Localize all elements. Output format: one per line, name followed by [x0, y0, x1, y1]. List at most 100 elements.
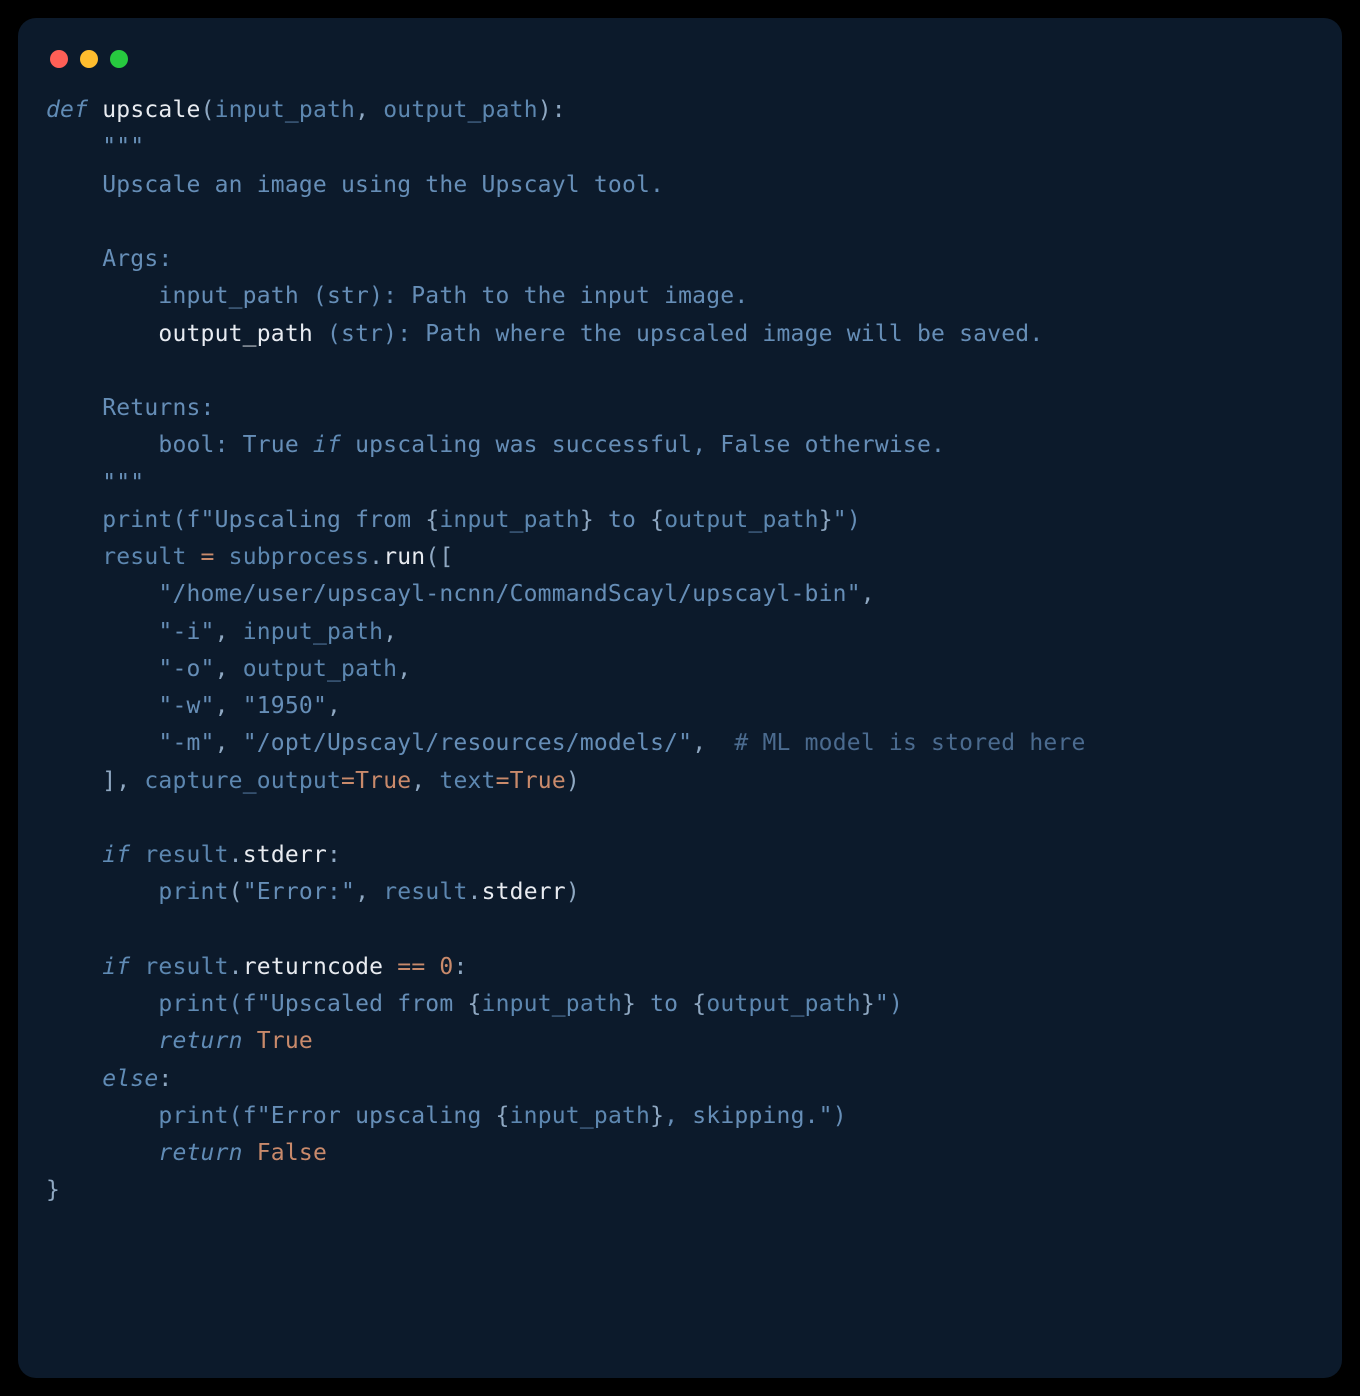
fstring-2a: (f"Upscaled from — [229, 991, 468, 1017]
docstring-ret-if: if — [313, 432, 341, 458]
comma8: , — [215, 730, 243, 756]
zoom-icon[interactable] — [110, 50, 128, 68]
closing-brace: } — [46, 1177, 60, 1203]
fstring-1b: to — [594, 507, 650, 533]
param-input-path: input_path — [215, 97, 355, 123]
call-print-4: print — [158, 1103, 228, 1129]
fexpr-open4: { — [692, 991, 706, 1017]
docstring-close: """ — [102, 470, 144, 496]
docstring-args: Args: — [102, 246, 172, 272]
fexpr-input-2: input_path — [482, 991, 622, 1017]
kw-def: def — [46, 97, 88, 123]
colon3: : — [158, 1066, 172, 1092]
bool-true-3: True — [257, 1028, 313, 1054]
str-o: "-o" — [158, 656, 214, 682]
str-m: "-m" — [158, 730, 214, 756]
bool-false: False — [257, 1140, 327, 1166]
fexpr-input: input_path — [439, 507, 579, 533]
var-result-2: result — [144, 842, 228, 868]
comma10: , — [411, 768, 439, 794]
dot3: . — [468, 879, 482, 905]
docstring-returns: Returns: — [102, 395, 214, 421]
run-close: ], — [102, 768, 144, 794]
op-assign: = — [187, 544, 229, 570]
fstring-3a: (f"Error upscaling — [229, 1103, 496, 1129]
kw-else: else — [102, 1066, 158, 1092]
minimize-icon[interactable] — [80, 50, 98, 68]
comma9: , — [692, 730, 706, 756]
comma: , — [355, 97, 383, 123]
fexpr-open3: { — [467, 991, 481, 1017]
attr-stderr: stderr — [243, 842, 327, 868]
var-result-3: result — [383, 879, 467, 905]
str-i: "-i" — [158, 619, 214, 645]
fexpr-open5: { — [496, 1103, 510, 1129]
close-paren: ) — [566, 768, 580, 794]
paren-close: ): — [538, 97, 566, 123]
fstring-1a: (f"Upscaling from — [172, 507, 425, 533]
comma7: , — [327, 693, 341, 719]
fstring-1c: ") — [833, 507, 861, 533]
docstring-open: """ — [102, 134, 144, 160]
comma2: , — [215, 619, 243, 645]
fexpr-close: } — [580, 507, 594, 533]
op-eq2: = — [496, 768, 510, 794]
kw-capture-output: capture_output — [144, 768, 341, 794]
code-window: def upscale(input_path, output_path): ""… — [18, 18, 1342, 1378]
bool-true-1: True — [355, 768, 411, 794]
outer-frame: def upscale(input_path, output_path): ""… — [0, 0, 1360, 1396]
window-controls — [46, 42, 1314, 92]
comma11: , — [355, 879, 383, 905]
dot2: . — [229, 842, 243, 868]
fexpr-close3: } — [622, 991, 636, 1017]
dot4: . — [229, 954, 243, 980]
call-print-2: print — [158, 879, 228, 905]
param-output-path: output_path — [383, 97, 538, 123]
attr-stderr-2: stderr — [482, 879, 566, 905]
kw-text: text — [439, 768, 495, 794]
var-result-4: result — [144, 954, 228, 980]
dot: . — [369, 544, 383, 570]
comma5: , — [397, 656, 411, 682]
docstring-arg1: input_path (str): Path to the input imag… — [158, 283, 748, 309]
str-error: "Error:" — [243, 879, 355, 905]
arg-input-path: input_path — [243, 619, 383, 645]
paren-open: ( — [201, 97, 215, 123]
str-wv: "1950" — [243, 693, 327, 719]
comment-ml: # ML model is stored here — [734, 730, 1085, 756]
kw-return-2: return — [158, 1140, 242, 1166]
fexpr-output: output_path — [664, 507, 819, 533]
arg-output-path: output_path — [243, 656, 398, 682]
fexpr-close4: } — [861, 991, 875, 1017]
paren-open2: ( — [229, 879, 243, 905]
fexpr-open2: { — [650, 507, 664, 533]
close-icon[interactable] — [50, 50, 68, 68]
str-bin: "/home/user/upscayl-ncnn/CommandScayl/up… — [158, 581, 860, 607]
kw-return-1: return — [158, 1028, 242, 1054]
colon1: : — [327, 842, 341, 868]
str-mp: "/opt/Upscayl/resources/models/" — [243, 730, 693, 756]
close-paren2: ) — [566, 879, 580, 905]
call-print-3: print — [158, 991, 228, 1017]
fstring-2b: to — [636, 991, 692, 1017]
op-eqeq: == — [383, 954, 439, 980]
fexpr-input-3: input_path — [510, 1103, 650, 1129]
docstring-ret-b: upscaling was successful, False otherwis… — [341, 432, 945, 458]
method-run: run — [383, 544, 425, 570]
mod-subprocess: subprocess — [229, 544, 369, 570]
fn-name: upscale — [102, 97, 200, 123]
fexpr-close2: } — [819, 507, 833, 533]
docstring-ret-a: bool: True — [158, 432, 313, 458]
fexpr-open: { — [425, 507, 439, 533]
run-open: ([ — [425, 544, 453, 570]
comma4: , — [215, 656, 243, 682]
op-eq: = — [341, 768, 355, 794]
docstring-arg2-name: output_path — [158, 321, 313, 347]
fstring-3b: , skipping.") — [664, 1103, 847, 1129]
num-zero: 0 — [439, 954, 453, 980]
code-block: def upscale(input_path, output_path): ""… — [46, 92, 1314, 1210]
fexpr-output-2: output_path — [706, 991, 861, 1017]
var-result: result — [102, 544, 186, 570]
comma3: , — [383, 619, 397, 645]
attr-returncode: returncode — [243, 954, 383, 980]
